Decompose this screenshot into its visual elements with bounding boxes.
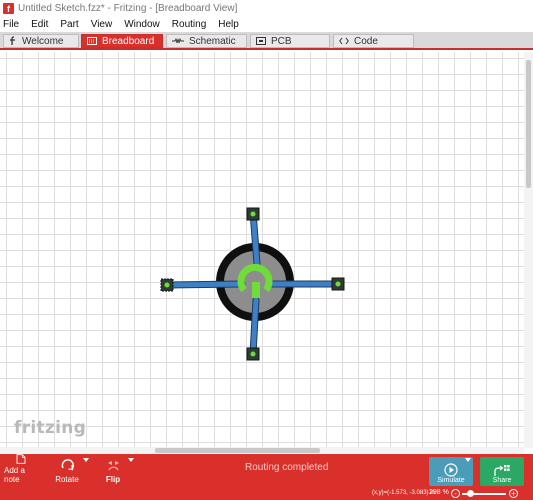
menu-window[interactable]: Window [124, 19, 160, 30]
simulate-dropdown-chevron-icon[interactable] [465, 458, 471, 462]
tab-breadboard[interactable]: Breadboard [81, 34, 163, 48]
zoom-slider-handle[interactable] [467, 490, 474, 497]
bottom-toolbar: Add a note Rotate Flip Routing completed… [0, 454, 533, 488]
menu-part[interactable]: Part [60, 19, 78, 30]
tab-label: Schematic [189, 35, 236, 47]
rotate-dropdown-chevron-icon[interactable] [83, 458, 89, 462]
flip-label: Flip [105, 475, 121, 484]
fritzing-app-icon: f [3, 3, 14, 14]
note-icon [16, 454, 26, 464]
share-button[interactable]: Share [480, 457, 524, 486]
add-note-label: Add a note [4, 466, 25, 484]
flip-icon [107, 461, 119, 471]
window-title: Untitled Sketch.fzz* - Fritzing - [Bread… [18, 3, 238, 14]
title-bar: f Untitled Sketch.fzz* - Fritzing - [Bre… [0, 0, 533, 17]
pcb-icon [256, 37, 266, 45]
routing-status-message: Routing completed [245, 462, 329, 473]
tab-label: PCB [271, 35, 292, 47]
tab-label: Welcome [22, 35, 64, 47]
breadboard-icon [87, 37, 97, 45]
flip-button[interactable]: Flip [100, 454, 126, 488]
zoom-level: 298 % [429, 489, 449, 496]
pushbutton-part[interactable] [150, 202, 350, 372]
breadboard-canvas[interactable]: fritzing [0, 52, 533, 454]
cursor-coordinates: (x,y)=(-1.573, -3.083) in [372, 490, 435, 496]
horizontal-scrollbar-thumb[interactable] [155, 448, 320, 453]
play-icon [444, 463, 458, 477]
tab-schematic[interactable]: Schematic [166, 34, 247, 48]
tab-welcome[interactable]: Welcome [3, 34, 79, 48]
simulate-label: Simulate [437, 477, 465, 484]
rotate-button[interactable]: Rotate [52, 454, 82, 488]
resistor-symbol-icon [172, 38, 184, 44]
tab-code[interactable]: Code [333, 34, 414, 48]
menu-view[interactable]: View [91, 19, 113, 30]
menu-bar: File Edit Part View Window Routing Help [0, 17, 533, 31]
flip-dropdown-chevron-icon[interactable] [128, 458, 134, 462]
vertical-scrollbar-thumb[interactable] [526, 60, 531, 188]
fritzing-logo: fritzing [14, 418, 87, 438]
add-note-button[interactable]: Add a note [4, 454, 38, 488]
share-label: Share [492, 477, 512, 484]
menu-edit[interactable]: Edit [31, 19, 48, 30]
status-bar: (x,y)=(-1.573, -3.083) in 298 % - + [0, 488, 533, 500]
share-icon [494, 465, 510, 476]
tab-label: Breadboard [102, 35, 155, 47]
fritzing-f-icon [9, 36, 17, 46]
tab-pcb[interactable]: PCB [250, 34, 330, 48]
menu-file[interactable]: File [3, 19, 19, 30]
zoom-in-button[interactable]: + [509, 489, 518, 498]
zoom-out-button[interactable]: - [451, 489, 460, 498]
code-brackets-icon [339, 37, 349, 45]
menu-help[interactable]: Help [218, 19, 239, 30]
rotate-icon [61, 459, 74, 471]
rotate-label: Rotate [55, 475, 79, 484]
menu-routing[interactable]: Routing [172, 19, 206, 30]
view-tab-bar: Welcome Breadboard Schematic PCB Code [0, 32, 533, 50]
tab-label: Code [354, 35, 378, 47]
